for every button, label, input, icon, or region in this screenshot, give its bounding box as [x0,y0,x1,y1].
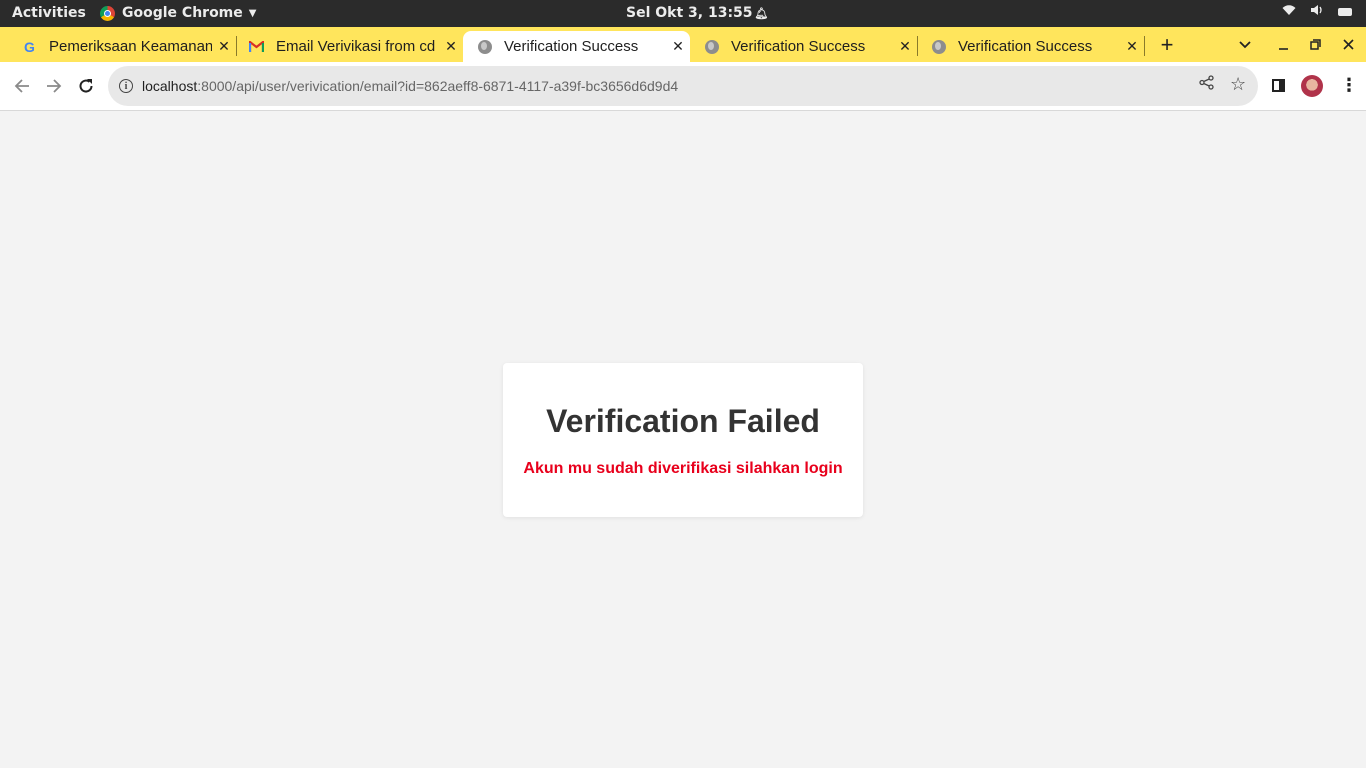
tab-strip: G Pemeriksaan Keamanan ✕ Email Verivikas… [0,27,1366,62]
menu-button[interactable]: ⋮ [1340,76,1358,94]
tab-search-button[interactable] [1230,31,1260,58]
bell-icon: 🔔︎ [754,7,769,20]
new-tab-button[interactable]: + [1152,31,1182,58]
browser-toolbar: i localhost:8000/api/user/verivication/e… [0,62,1366,111]
tab-verification-success-2[interactable]: Verification Success ✕ [690,31,917,62]
tab-close-icon[interactable]: ✕ [893,38,917,55]
reload-button[interactable] [72,72,100,100]
url-host: localhost [142,78,198,94]
tab-verification-success-3[interactable]: Verification Success ✕ [917,31,1144,62]
tab-title: Verification Success [731,38,866,55]
arrow-right-icon [47,79,62,93]
url-text[interactable]: localhost:8000/api/user/verivication/ema… [142,78,678,94]
page-title: Verification Failed [546,403,820,439]
volume-icon [1310,4,1324,19]
address-bar[interactable]: i localhost:8000/api/user/verivication/e… [108,66,1258,106]
system-top-bar: Activities Google Chrome ▼ Sel Okt 3, 13… [0,0,1366,27]
gmail-icon [249,39,264,54]
chrome-logo-icon [100,5,115,21]
back-button[interactable] [8,72,36,100]
tab-title: Email Verivikasi from cd [276,38,436,55]
wifi-icon [1282,4,1296,19]
globe-icon [477,39,492,54]
system-tray[interactable] [1282,4,1352,19]
app-menu[interactable]: Google Chrome ▼ [100,5,256,21]
kebab-menu-icon: ⋮ [1340,75,1358,95]
share-icon[interactable] [1199,75,1214,95]
restore-icon [1309,39,1321,50]
tab-title: Verification Success [958,38,1093,55]
side-panel-button[interactable] [1272,79,1285,92]
clock-text: Sel Okt 3, 13:55 [626,5,753,21]
error-message: Akun mu sudah diverifikasi silahkan logi… [523,460,843,477]
reload-icon [79,79,93,93]
tab-close-icon[interactable]: ✕ [666,38,690,55]
tab-verification-success-active[interactable]: Verification Success ✕ [463,31,690,62]
clock[interactable]: Sel Okt 3, 13:55 🔔︎ [626,5,769,21]
tab-title: Pemeriksaan Keamanan [49,38,212,55]
tab-pemeriksaan-keamanan[interactable]: G Pemeriksaan Keamanan ✕ [0,31,236,62]
chevron-down-icon [1239,40,1251,48]
tab-close-icon[interactable]: ✕ [1120,38,1144,55]
tab-separator [1144,36,1145,56]
verification-card: Verification Failed Akun mu sudah diveri… [503,363,863,517]
google-g-icon: G [24,38,35,55]
url-path: :8000/api/user/verivication/email?id=862… [197,78,679,94]
arrow-left-icon [14,79,29,93]
avatar [1301,75,1323,97]
page-content: Verification Failed Akun mu sudah diveri… [0,112,1366,768]
tab-title: Verification Success [504,38,639,55]
activities-button[interactable]: Activities [12,5,86,21]
forward-button[interactable] [40,72,68,100]
close-icon [1342,39,1354,50]
globe-icon [704,39,719,54]
close-window-button[interactable] [1333,31,1363,58]
side-panel-icon [1272,79,1285,92]
plus-icon: + [1160,31,1174,57]
caret-down-icon: ▼ [248,7,257,19]
tab-email-verivikasi[interactable]: Email Verivikasi from cd ✕ [227,31,463,62]
bookmark-star-icon[interactable]: ☆ [1230,74,1246,95]
app-name: Google Chrome [122,5,243,21]
battery-icon [1338,7,1352,16]
site-info-icon[interactable]: i [119,79,133,93]
profile-button[interactable] [1301,75,1323,97]
globe-icon [931,39,946,54]
minimize-button[interactable] [1268,31,1298,58]
tab-close-icon[interactable]: ✕ [439,38,463,55]
restore-button[interactable] [1300,31,1330,58]
minimize-icon [1278,48,1288,50]
